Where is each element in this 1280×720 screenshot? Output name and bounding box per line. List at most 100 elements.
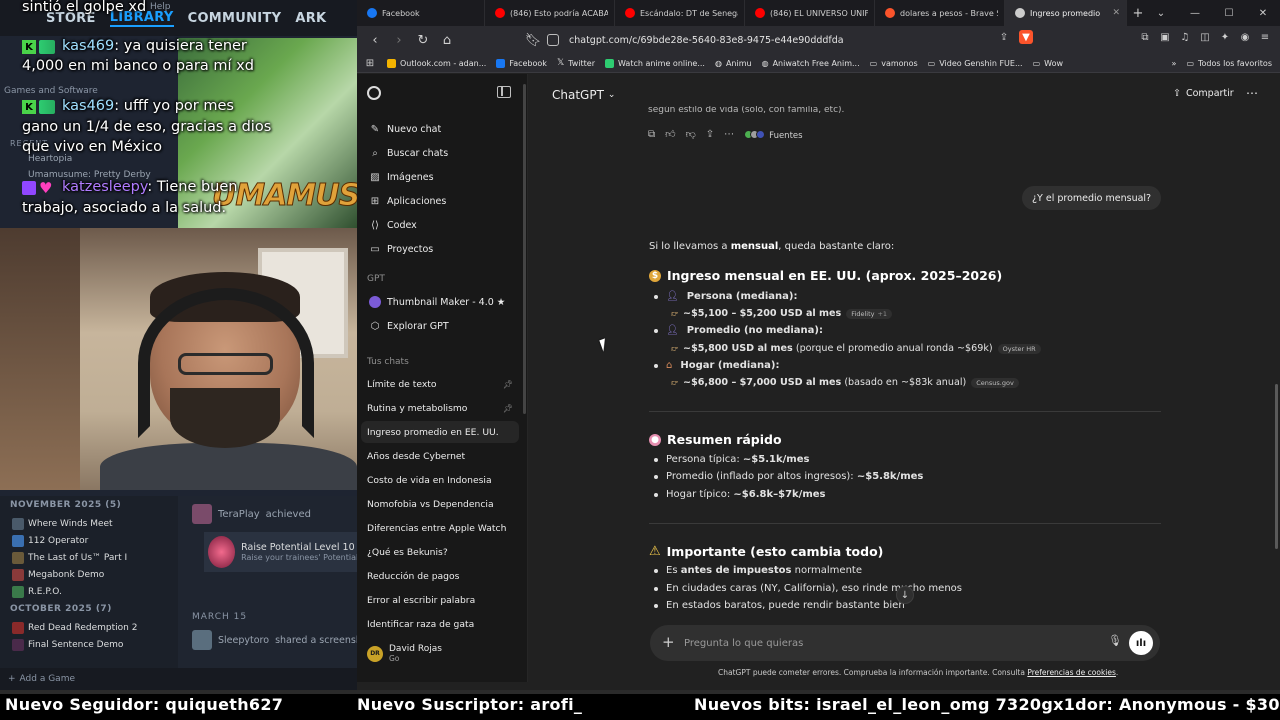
thumbs-up-icon[interactable]: 👍︎ <box>665 128 675 140</box>
home-icon[interactable]: ⌂ <box>437 30 457 50</box>
scroll-down-button[interactable]: ↓ <box>896 586 914 604</box>
chat-history-item[interactable]: ¿Qué es Bekunis? <box>361 541 519 563</box>
new-chat-button[interactable]: ✎ Nuevo chat <box>363 118 519 140</box>
bookmark-item[interactable]: Facebook <box>496 58 547 68</box>
browser-tab[interactable]: Escándalo: DT de Senegal s... <box>615 0 745 26</box>
vpn-icon[interactable]: ◉ <box>1238 30 1252 44</box>
ai-icon[interactable]: ✦ <box>1218 30 1232 44</box>
avatar[interactable] <box>192 630 212 650</box>
chat-history-item[interactable]: Costo de vida en Indonesia <box>361 469 519 491</box>
chatgpt-logo-icon[interactable] <box>367 86 381 100</box>
bookmark-item[interactable]: ◍ Aniwatch Free Anim... <box>762 59 860 68</box>
reload-icon[interactable]: ↻ <box>413 30 433 50</box>
main-scrollbar[interactable] <box>1275 384 1278 549</box>
library-game[interactable]: R.E.P.O. <box>12 584 62 599</box>
library-game[interactable]: Megabonk Demo <box>12 567 104 582</box>
maximize-button[interactable]: ☐ <box>1212 0 1246 26</box>
forward-icon[interactable]: › <box>389 30 409 50</box>
projects-button[interactable]: ▭ Proyectos <box>363 238 519 260</box>
steam-nav-user[interactable]: ARK <box>295 11 326 26</box>
model-selector[interactable]: ChatGPT ⌄ <box>552 88 615 102</box>
library-game[interactable]: 112 Operator <box>12 533 88 548</box>
activity-user[interactable]: TeraPlay <box>218 509 260 520</box>
back-icon[interactable]: ‹ <box>365 30 385 50</box>
prompt-input[interactable] <box>684 634 1084 652</box>
sources-button[interactable]: Fuentes <box>744 129 803 141</box>
share-icon[interactable]: ⇪ <box>997 30 1011 44</box>
puzzle-icon[interactable]: ⧉ <box>1138 30 1152 44</box>
thumbs-down-icon[interactable]: 👎︎ <box>686 128 696 140</box>
attach-plus-icon[interactable]: + <box>662 633 675 651</box>
bookmark-item[interactable]: ▭ vamonos <box>870 59 918 68</box>
chat-history-item[interactable]: Identificar raza de gata <box>361 613 519 635</box>
chat-history-item[interactable]: Diferencias entre Apple Watch <box>361 517 519 539</box>
bookmark-item[interactable]: ▭ Video Genshin FUE... <box>928 59 1023 68</box>
browser-tab[interactable]: Facebook <box>357 0 485 26</box>
chat-history-item[interactable]: Límite de texto 📌︎ <box>361 373 519 395</box>
more-bookmarks-icon[interactable]: » <box>1172 59 1177 68</box>
wallet-icon[interactable]: ◫ <box>1198 30 1212 44</box>
chat-history-item[interactable]: Años desde Cybernet <box>361 445 519 467</box>
chat-history-item-active[interactable]: Ingreso promedio en EE. UU. <box>361 421 519 443</box>
library-game[interactable]: Where Winds Meet <box>12 516 113 531</box>
minimize-button[interactable]: — <box>1178 0 1212 26</box>
search-chats-button[interactable]: ⌕ Buscar chats <box>363 142 519 164</box>
share-icon[interactable]: ⇪ <box>706 129 714 140</box>
close-window-button[interactable]: ✕ <box>1246 0 1280 26</box>
address-bar[interactable]: chatgpt.com/c/69bde28e-5640-83e8-9475-e4… <box>547 30 1027 50</box>
cookie-preferences-link[interactable]: Preferencias de cookies <box>1027 668 1116 677</box>
citation-chip[interactable]: Fidelity +1 <box>846 308 893 319</box>
more-options-icon[interactable]: ⋯ <box>1246 86 1258 100</box>
list-item: Promedio (inflado por altos ingresos): ~… <box>654 471 923 482</box>
activity-user[interactable]: Sleepytoro <box>218 635 269 646</box>
voice-mode-button[interactable]: ılı <box>1129 631 1153 655</box>
chat-history-item[interactable]: Error al escribir palabra <box>361 589 519 611</box>
browser-tab[interactable]: (846) EL UNIVERSO UNIFICA... <box>745 0 875 26</box>
citation-chip[interactable]: Census.gov <box>971 377 1019 388</box>
list-subitem: 👉︎ ~$6,800 – $7,000 USD al mes (basado en… <box>671 377 1019 388</box>
share-button[interactable]: ⇪ Compartir <box>1173 88 1234 99</box>
user-menu[interactable]: DR David Rojas Go <box>367 644 442 663</box>
explore-gpts-button[interactable]: ⬡ Explorar GPT <box>363 315 519 337</box>
chat-message: kas469: ya quisiera tener <box>62 38 247 54</box>
library-game[interactable]: Red Dead Redemption 2 <box>12 620 137 635</box>
bookmark-item[interactable]: ◍ Animu <box>715 59 752 68</box>
chat-history-item[interactable]: Reducción de pagos <box>361 565 519 587</box>
brave-shields-icon[interactable]: ▼ <box>1019 30 1033 44</box>
library-game[interactable]: The Last of Us™ Part I <box>12 550 127 565</box>
citation-chip[interactable]: Oyster HR <box>997 343 1041 354</box>
menu-icon[interactable]: ≡ <box>1258 30 1272 44</box>
apps-button[interactable]: ⊞ Aplicaciones <box>363 190 519 212</box>
dropdown-icon[interactable]: ⌄ <box>1144 0 1178 26</box>
add-game-button[interactable]: + Add a Game <box>0 668 357 690</box>
library-game[interactable]: Final Sentence Demo <box>12 637 123 652</box>
microphone-icon[interactable]: 🎙︎ <box>1108 634 1122 647</box>
codex-button[interactable]: ⟨⟩ Codex <box>363 214 519 236</box>
bookmark-item[interactable]: Outlook.com - adan... <box>387 58 486 68</box>
sidebar-scrollbar[interactable] <box>523 84 526 414</box>
sidebar-toggle-icon[interactable] <box>497 86 511 98</box>
pointing-hand-icon: 👉︎ <box>671 308 679 319</box>
site-settings-icon[interactable] <box>547 34 559 46</box>
bookmark-item[interactable]: 𝕏 Twitter <box>557 58 595 68</box>
gpt-thumbnail-maker[interactable]: Thumbnail Maker - 4.0 ★ <box>363 291 519 313</box>
achievement-card[interactable]: Raise Potential Level 10 ti Raise your t… <box>204 532 357 572</box>
close-tab-icon[interactable]: ✕ <box>1108 8 1120 18</box>
chat-history-item[interactable]: Rutina y metabolismo 📌︎ <box>361 397 519 419</box>
chat-history-item[interactable]: Nomofobia vs Dependencia <box>361 493 519 515</box>
more-icon[interactable]: ⋯ <box>724 129 734 140</box>
bookmark-icon[interactable]: 🔖︎ <box>523 30 543 50</box>
images-button[interactable]: ▨ Imágenes <box>363 166 519 188</box>
extension-icon[interactable]: ▣ <box>1158 30 1172 44</box>
browser-tab[interactable]: (846) Esto podría ACABAR c... <box>485 0 615 26</box>
bookmark-item[interactable]: ▭ Wow <box>1033 59 1063 68</box>
avatar[interactable] <box>192 504 212 524</box>
apps-grid-icon[interactable]: ⊞ <box>363 56 377 70</box>
game-icon <box>12 517 24 530</box>
copy-icon[interactable]: ⧉ <box>648 129 655 140</box>
bookmark-item[interactable]: Watch anime online... <box>605 58 705 68</box>
all-favorites[interactable]: ▭ Todos los favoritos <box>1186 59 1280 68</box>
browser-tab-active[interactable]: Ingreso promedio en E... ✕ <box>1005 0 1127 26</box>
music-icon[interactable]: ♫ <box>1178 30 1192 44</box>
browser-tab[interactable]: dolares a pesos - Brave Sea... <box>875 0 1005 26</box>
